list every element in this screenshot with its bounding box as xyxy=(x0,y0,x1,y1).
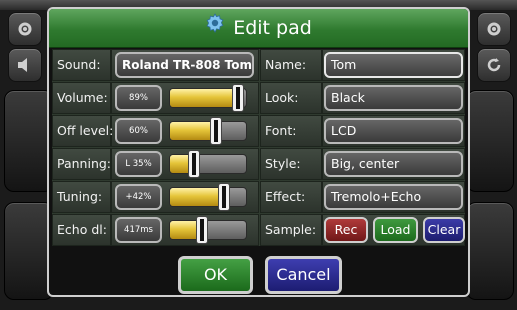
sound-label: Sound: xyxy=(57,57,101,72)
settings-grid: Sound: Volume: Off level: Panning: Tunin… xyxy=(52,49,465,246)
font-selector[interactable]: LCD xyxy=(324,118,463,144)
echo-delay-slider-thumb[interactable] xyxy=(196,216,208,244)
off-level-value[interactable]: 60% xyxy=(115,118,162,144)
speaker-icon xyxy=(18,58,27,72)
background-pad[interactable] xyxy=(466,202,514,300)
dialog-title-bar: Edit pad xyxy=(49,9,468,48)
app-volume-button[interactable] xyxy=(8,48,42,82)
style-selector[interactable]: Big, center xyxy=(324,151,463,177)
edit-pad-dialog: Edit pad Sound: Volume: Off level: Panni… xyxy=(47,7,470,297)
app-gear-button[interactable] xyxy=(477,12,511,46)
volume-label: Volume: xyxy=(57,90,108,105)
tuning-slider-thumb[interactable] xyxy=(218,183,230,211)
sound-selector[interactable]: Roland TR-808 Tom xyxy=(115,52,254,78)
dialog-title: Edit pad xyxy=(233,17,312,39)
gear-icon xyxy=(205,9,225,46)
volume-slider-thumb[interactable] xyxy=(232,84,244,112)
look-label: Look: xyxy=(265,90,299,105)
app-refresh-button[interactable] xyxy=(477,48,511,82)
panning-slider[interactable] xyxy=(169,154,247,174)
off-level-slider-thumb[interactable] xyxy=(210,117,222,145)
slider-fill xyxy=(170,89,239,107)
effect-label: Effect: xyxy=(265,189,306,204)
tuning-slider[interactable] xyxy=(169,187,247,207)
panning-value[interactable]: L 35% xyxy=(115,151,162,177)
panning-slider-thumb[interactable] xyxy=(188,150,200,178)
off-level-slider[interactable] xyxy=(169,121,247,141)
gear-icon xyxy=(487,22,501,36)
record-button[interactable]: Rec xyxy=(324,217,368,243)
cancel-button[interactable]: Cancel xyxy=(265,256,342,294)
echo-delay-slider[interactable] xyxy=(169,220,247,240)
gear-icon xyxy=(18,22,32,36)
tuning-label: Tuning: xyxy=(57,189,103,204)
slider-fill xyxy=(170,188,225,206)
tuning-value[interactable]: +42% xyxy=(115,184,162,210)
echo-delay-label: Echo dl: xyxy=(57,222,107,237)
name-label: Name: xyxy=(265,57,307,72)
volume-value[interactable]: 89% xyxy=(115,85,162,111)
panning-label: Panning: xyxy=(57,156,112,171)
sample-label: Sample: xyxy=(265,222,317,237)
clear-sample-button[interactable]: Clear xyxy=(423,217,465,243)
background-pad[interactable] xyxy=(466,90,514,192)
look-selector[interactable]: Black xyxy=(324,85,463,111)
style-label: Style: xyxy=(265,156,301,171)
ok-button[interactable]: OK xyxy=(178,256,253,294)
effect-selector[interactable]: Tremolo+Echo xyxy=(324,184,463,210)
app-settings-button[interactable] xyxy=(8,12,42,46)
load-sample-button[interactable]: Load xyxy=(373,217,418,243)
echo-delay-value[interactable]: 417ms xyxy=(115,217,162,243)
off-level-label: Off level: xyxy=(57,123,114,138)
name-input[interactable]: Tom xyxy=(324,52,463,78)
font-label: Font: xyxy=(265,123,297,138)
refresh-icon xyxy=(487,58,501,72)
